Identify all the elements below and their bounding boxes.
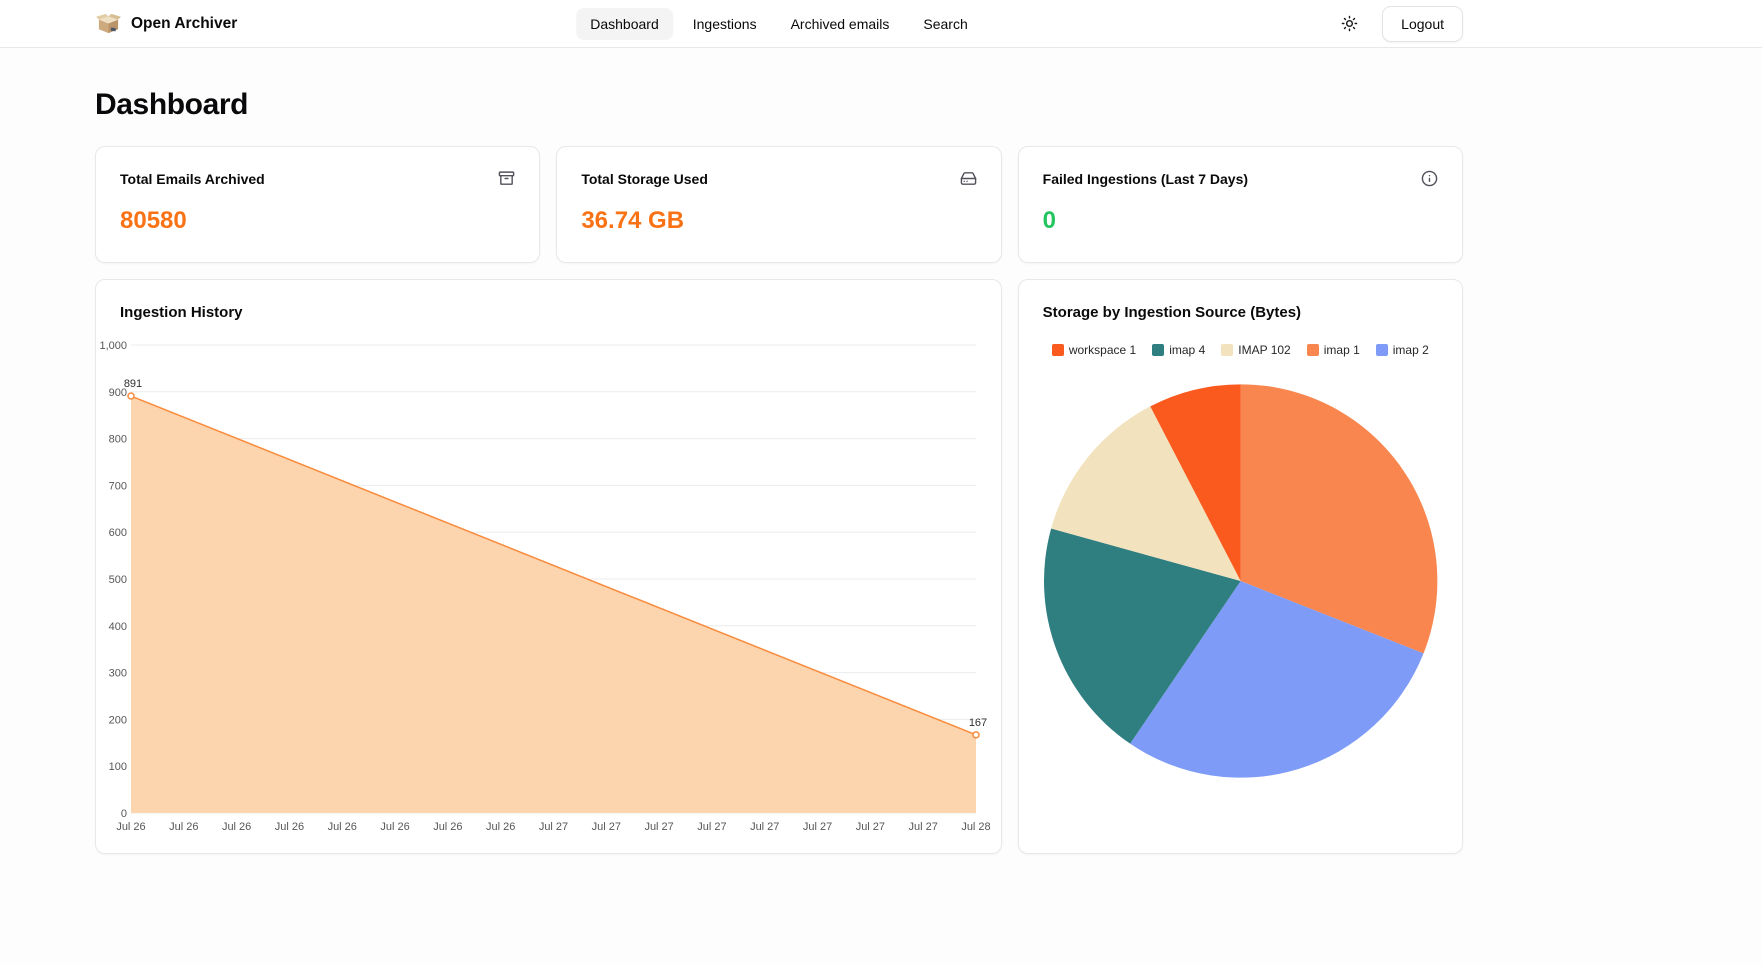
legend-swatch: [1307, 344, 1319, 356]
svg-text:Jul 27: Jul 27: [539, 821, 568, 833]
svg-text:Jul 27: Jul 27: [856, 821, 885, 833]
charts-row: Ingestion History 0 100 200 300 400 500 600 700…: [95, 279, 1463, 854]
svg-text:Jul 26: Jul 26: [169, 821, 198, 833]
top-nav: Open Archiver Dashboard Ingestions Archi…: [0, 0, 1762, 48]
legend-label: imap 2: [1393, 343, 1429, 357]
svg-text:Jul 27: Jul 27: [697, 821, 726, 833]
nav-item-search[interactable]: Search: [909, 8, 981, 40]
theme-toggle-button[interactable]: [1337, 11, 1362, 36]
svg-text:700: 700: [109, 480, 127, 492]
legend-swatch: [1376, 344, 1388, 356]
svg-text:Jul 27: Jul 27: [803, 821, 832, 833]
stat-value: 0: [1043, 207, 1438, 235]
stat-card-total-emails-archived: Total Emails Archived 80580: [95, 146, 540, 263]
pie-legend: workspace 1 imap 4 IMAP 102 imap 1 imap 2: [1043, 343, 1438, 357]
brand-name: Open Archiver: [131, 15, 237, 33]
legend-label: workspace 1: [1069, 343, 1136, 357]
legend-swatch: [1152, 344, 1164, 356]
chart-title: Ingestion History: [120, 304, 977, 321]
stat-label: Total Storage Used: [581, 171, 708, 187]
brand[interactable]: Open Archiver: [95, 12, 237, 35]
legend-item[interactable]: imap 4: [1152, 343, 1205, 357]
stat-card-failed-ingestions: Failed Ingestions (Last 7 Days) 0: [1018, 146, 1463, 263]
archive-icon: [498, 170, 515, 187]
page-title: Dashboard: [95, 88, 1463, 122]
svg-text:100: 100: [109, 761, 127, 773]
svg-text:891: 891: [124, 378, 142, 390]
stat-card-total-storage-used: Total Storage Used 36.74 GB: [556, 146, 1001, 263]
svg-text:Jul 26: Jul 26: [433, 821, 462, 833]
svg-text:167: 167: [969, 717, 987, 729]
legend-swatch: [1221, 344, 1233, 356]
legend-item[interactable]: IMAP 102: [1221, 343, 1290, 357]
legend-item[interactable]: workspace 1: [1052, 343, 1136, 357]
nav-item-dashboard[interactable]: Dashboard: [576, 8, 673, 40]
svg-text:600: 600: [109, 527, 127, 539]
ingestion-history-chart: 01002003004005006007008009001,000Jul 26J…: [98, 331, 1001, 846]
open-archiver-logo-icon: [95, 12, 122, 35]
legend-label: IMAP 102: [1238, 343, 1290, 357]
svg-text:Jul 26: Jul 26: [275, 821, 304, 833]
stat-value: 36.74 GB: [581, 207, 976, 235]
logout-button[interactable]: Logout: [1382, 6, 1463, 42]
svg-text:Jul 27: Jul 27: [909, 821, 938, 833]
nav-menu: Dashboard Ingestions Archived emails Sea…: [576, 8, 982, 40]
stat-value: 80580: [120, 207, 515, 235]
legend-item[interactable]: imap 2: [1376, 343, 1429, 357]
sun-icon: [1341, 15, 1358, 32]
nav-right: Logout: [1337, 6, 1463, 42]
stats-row: Total Emails Archived 80580 Total Storag…: [95, 146, 1463, 263]
nav-item-ingestions[interactable]: Ingestions: [679, 8, 771, 40]
svg-text:500: 500: [109, 574, 127, 586]
svg-text:Jul 28: Jul 28: [961, 821, 990, 833]
storage-by-source-card: Storage by Ingestion Source (Bytes) work…: [1018, 279, 1463, 854]
ingestion-history-card: Ingestion History 0 100 200 300 400 500 600 700…: [95, 279, 1002, 854]
chart-title: Storage by Ingestion Source (Bytes): [1043, 304, 1438, 321]
svg-text:0: 0: [121, 808, 127, 820]
legend-label: imap 4: [1169, 343, 1205, 357]
svg-text:Jul 27: Jul 27: [644, 821, 673, 833]
svg-text:Jul 26: Jul 26: [116, 821, 145, 833]
svg-text:300: 300: [109, 668, 127, 680]
svg-text:Jul 27: Jul 27: [750, 821, 779, 833]
svg-text:Jul 26: Jul 26: [222, 821, 251, 833]
svg-text:800: 800: [109, 434, 127, 446]
legend-swatch: [1052, 344, 1064, 356]
info-icon: [1421, 170, 1438, 187]
stat-label: Total Emails Archived: [120, 171, 265, 187]
nav-item-archived-emails[interactable]: Archived emails: [777, 8, 904, 40]
svg-text:Jul 27: Jul 27: [592, 821, 621, 833]
svg-text:Jul 26: Jul 26: [380, 821, 409, 833]
legend-item[interactable]: imap 1: [1307, 343, 1360, 357]
svg-text:Jul 26: Jul 26: [328, 821, 357, 833]
stat-label: Failed Ingestions (Last 7 Days): [1043, 171, 1248, 187]
svg-text:1,000: 1,000: [99, 340, 127, 352]
hard-drive-icon: [960, 170, 977, 187]
svg-text:400: 400: [109, 621, 127, 633]
svg-text:Jul 26: Jul 26: [486, 821, 515, 833]
legend-label: imap 1: [1324, 343, 1360, 357]
svg-text:200: 200: [109, 714, 127, 726]
storage-pie-chart: [1043, 383, 1438, 779]
